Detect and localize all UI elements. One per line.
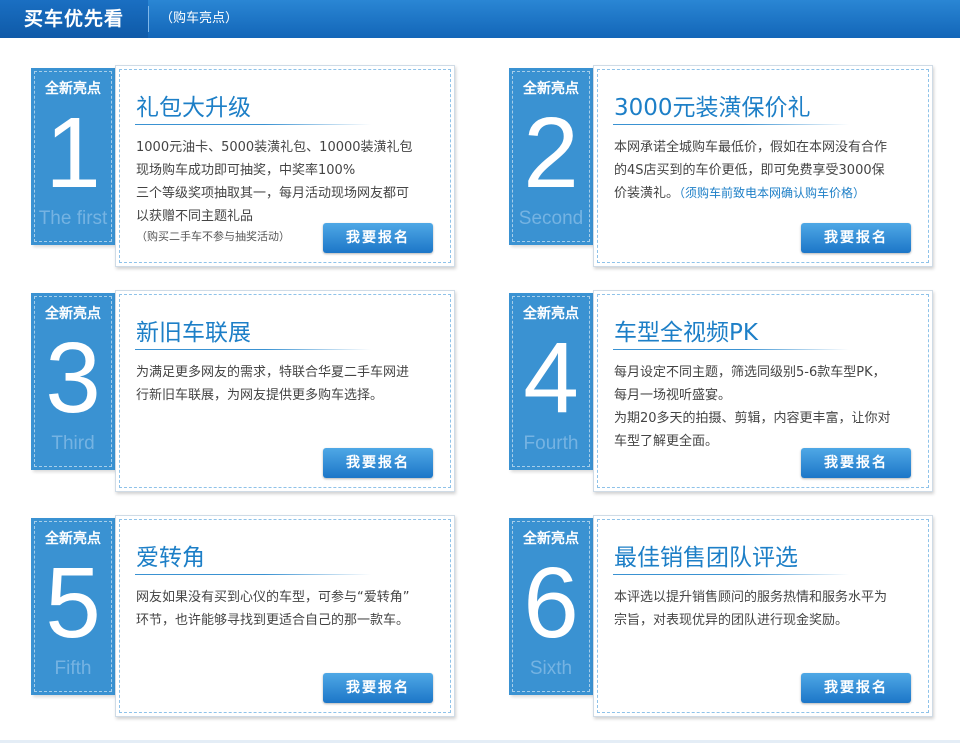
feature-panel: 爱转角 网友如果没有买到心仪的车型，可参与“爱转角” 环节，也许能够寻找到更适合… [115,515,455,717]
new-highlight-badge: 全新亮点 [523,531,579,547]
description-line-end: 价装潢礼。 [614,186,680,201]
description-line: 本网承诺全城购车最低价，假如在本网没有合作 [614,140,888,155]
feature-ordinal: The first [38,208,108,229]
number-block: 全新亮点 5 Fifth [31,518,115,695]
new-highlight-badge: 全新亮点 [523,306,579,322]
signup-button[interactable]: 我要报名 [801,673,911,703]
new-highlight-badge: 全新亮点 [45,531,101,547]
number-block: 全新亮点 6 Sixth [509,518,593,695]
feature-description: 每月设定不同主题，筛选同级别5-6款车型PK， 每月一场视听盛宴。 为期20多天… [614,361,916,453]
feature-description: 本评选以提升销售顾问的服务热情和服务水平为 宗旨，对表现优异的团队进行现金奖励。 [614,586,916,632]
feature-title: 礼包大升级 [136,95,251,121]
description-line: 为满足更多网友的需求，特联合华夏二手车网进 [136,365,410,380]
number-block: 全新亮点 4 Fourth [509,293,593,470]
feature-title: 最佳销售团队评选 [614,545,798,571]
description-line: 每月一场视听盛宴。 [614,388,732,403]
signup-button[interactable]: 我要报名 [323,223,433,253]
feature-card-6: 全新亮点 6 Sixth 最佳销售团队评选 本评选以提升销售顾问的服务热情和服务… [509,515,939,725]
description-line: 网友如果没有买到心仪的车型，可参与“爱转角” [136,590,410,605]
description-line: 价装潢礼。（须购车前致电本网确认购车价格） [614,182,916,205]
feature-number: 5 [45,547,101,659]
feature-ordinal: Fourth [523,433,579,454]
description-line: 为期20多天的拍摄、剪辑，内容更丰富，让你对 [614,411,891,426]
header-subtitle: （购车亮点） [160,11,239,26]
feature-panel: 3000元装潢保价礼 本网承诺全城购车最低价，假如在本网没有合作 的4S店买到的… [593,65,933,267]
feature-card-5: 全新亮点 5 Fifth 爱转角 网友如果没有买到心仪的车型，可参与“爱转角” … [31,515,461,725]
title-underline [135,349,371,350]
feature-title: 3000元装潢保价礼 [614,95,811,121]
feature-number: 6 [523,547,579,659]
feature-panel: 车型全视频PK 每月设定不同主题，筛选同级别5-6款车型PK， 每月一场视听盛宴… [593,290,933,492]
description-line: 的4S店买到的车价更低，即可免费享受3000保 [614,163,885,178]
feature-panel: 最佳销售团队评选 本评选以提升销售顾问的服务热情和服务水平为 宗旨，对表现优异的… [593,515,933,717]
description-line: 本评选以提升销售顾问的服务热情和服务水平为 [614,590,888,605]
feature-number: 2 [523,97,579,209]
feature-title: 新旧车联展 [136,320,251,346]
title-underline [613,124,849,125]
number-block: 全新亮点 3 Third [31,293,115,470]
feature-panel: 礼包大升级 1000元油卡、5000装潢礼包、10000装潢礼包 现场购车成功即… [115,65,455,267]
header-title: 买车优先看 [0,0,148,38]
description-line: 1000元油卡、5000装潢礼包、10000装潢礼包 [136,140,413,155]
signup-button[interactable]: 我要报名 [801,448,911,478]
new-highlight-badge: 全新亮点 [45,306,101,322]
title-underline [135,124,371,125]
description-line: 现场购车成功即可抽奖，中奖率100% [136,163,356,178]
description-line: 宗旨，对表现优异的团队进行现金奖励。 [614,613,849,628]
feature-title: 车型全视频PK [614,320,758,346]
feature-description: 本网承诺全城购车最低价，假如在本网没有合作 的4S店买到的车价更低，即可免费享受… [614,136,916,205]
new-highlight-badge: 全新亮点 [523,81,579,97]
title-underline [613,574,849,575]
signup-button[interactable]: 我要报名 [323,448,433,478]
feature-number: 1 [45,97,101,209]
feature-description: 网友如果没有买到心仪的车型，可参与“爱转角” 环节，也许能够寻找到更适合自己的那… [136,586,438,632]
description-line: 每月设定不同主题，筛选同级别5-6款车型PK， [614,365,886,380]
header-divider [148,6,149,32]
feature-panel: 新旧车联展 为满足更多网友的需求，特联合华夏二手车网进 行新旧车联展，为网友提供… [115,290,455,492]
signup-button[interactable]: 我要报名 [323,673,433,703]
feature-description: 为满足更多网友的需求，特联合华夏二手车网进 行新旧车联展，为网友提供更多购车选择… [136,361,438,407]
feature-ordinal: Sixth [529,658,573,679]
signup-button[interactable]: 我要报名 [801,223,911,253]
feature-card-3: 全新亮点 3 Third 新旧车联展 为满足更多网友的需求，特联合华夏二手车网进… [31,290,461,500]
title-underline [613,349,849,350]
number-block: 全新亮点 1 The first [31,68,115,245]
description-line: 行新旧车联展，为网友提供更多购车选择。 [136,388,384,403]
feature-number: 3 [45,322,101,434]
feature-card-2: 全新亮点 2 Second 3000元装潢保价礼 本网承诺全城购车最低价，假如在… [509,65,939,275]
feature-card-1: 全新亮点 1 The first 礼包大升级 1000元油卡、5000装潢礼包、… [31,65,461,275]
feature-ordinal: Third [51,433,95,454]
header-bar: 买车优先看 （购车亮点） [0,0,960,38]
feature-ordinal: Second [518,208,584,229]
title-underline [135,574,371,575]
description-line: 环节，也许能够寻找到更适合自己的那一款车。 [136,613,410,628]
number-block: 全新亮点 2 Second [509,68,593,245]
feature-number: 4 [523,322,579,434]
feature-ordinal: Fifth [54,658,92,679]
price-check-note: （须购车前致电本网确认购车价格） [679,186,866,200]
feature-card-4: 全新亮点 4 Fourth 车型全视频PK 每月设定不同主题，筛选同级别5-6款… [509,290,939,500]
feature-title: 爱转角 [136,545,205,571]
new-highlight-badge: 全新亮点 [45,81,101,97]
description-line: 三个等级奖项抽取其一，每月活动现场网友都可 [136,186,410,201]
